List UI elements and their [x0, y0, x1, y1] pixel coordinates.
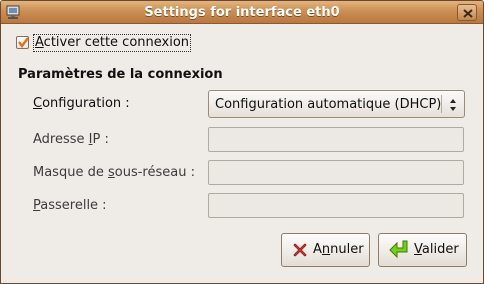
enable-connection-label[interactable]: Activer cette connexion: [33, 34, 192, 52]
close-icon: [463, 9, 473, 18]
section-title: Paramètres de la connexion: [18, 67, 223, 82]
configuration-value: Configuration automatique (DHCP): [215, 97, 442, 112]
ok-button[interactable]: Valider: [378, 233, 467, 267]
cancel-button[interactable]: Annuler: [281, 233, 370, 267]
ip-address-field[interactable]: [208, 127, 464, 152]
close-button[interactable]: [457, 4, 477, 21]
enable-connection-checkbox[interactable]: [16, 36, 29, 49]
gateway-input[interactable]: [209, 194, 463, 217]
checkmark-icon: [18, 37, 29, 48]
ip-address-input[interactable]: [209, 128, 463, 151]
updown-arrows-icon: [450, 99, 456, 111]
gateway-field[interactable]: [208, 193, 464, 218]
configuration-select[interactable]: Configuration automatique (DHCP): [208, 90, 465, 118]
settings-dialog: Settings for interface eth0 Activer cett…: [0, 0, 484, 284]
gateway-label: Passerelle :: [33, 198, 107, 213]
ip-address-label: Adresse IP :: [33, 132, 109, 147]
subnet-mask-field[interactable]: [208, 160, 464, 185]
cancel-x-icon: [293, 243, 307, 257]
configuration-label: Configuration :: [33, 96, 130, 111]
window-title: Settings for interface eth0: [144, 5, 340, 20]
subnet-mask-input[interactable]: [209, 161, 463, 184]
combo-separator: [441, 95, 442, 113]
cancel-button-label: Annuler: [313, 242, 364, 257]
subnet-mask-label: Masque de sous-réseau :: [33, 165, 195, 180]
ok-button-label: Valider: [414, 242, 459, 257]
green-arrow-icon: [389, 240, 408, 259]
title-bar[interactable]: Settings for interface eth0: [1, 1, 483, 24]
